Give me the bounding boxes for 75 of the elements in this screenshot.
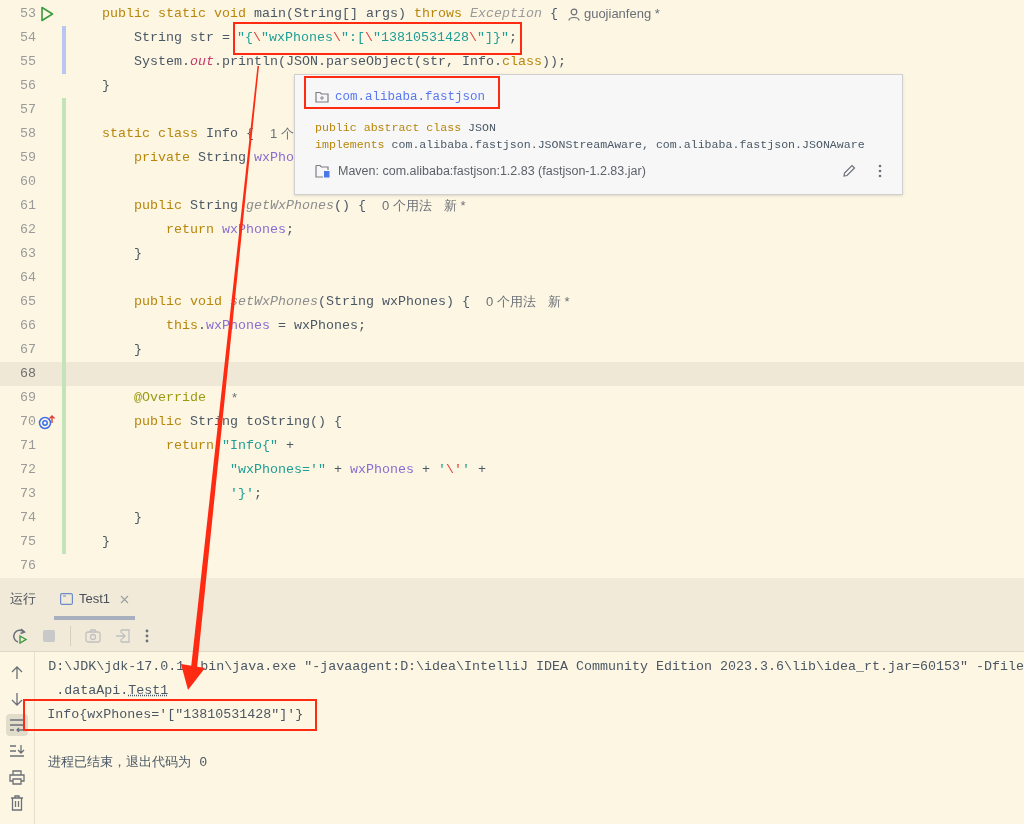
code-line: "wxPhones='" + wxPhones + '\'' +	[230, 461, 486, 479]
package-link[interactable]: com.alibaba.fastjson	[335, 88, 486, 107]
inlay-hint[interactable]: 新 *	[443, 196, 466, 216]
code-line: }	[134, 245, 142, 263]
line-number: 59	[20, 149, 36, 167]
line-number: 68	[20, 365, 36, 383]
class-signature: public abstract class JSON	[315, 119, 497, 136]
inlay-hint[interactable]: 0 个用法	[485, 292, 536, 312]
line-number: 57	[20, 101, 36, 119]
panel-title: 运行	[10, 590, 36, 609]
more-icon[interactable]	[878, 164, 882, 179]
code-line: return "Info{" +	[166, 437, 294, 455]
inlay-hint[interactable]: *	[232, 388, 238, 408]
wrap-icon	[9, 718, 26, 732]
up-arrow-icon	[10, 666, 25, 680]
console-text: Info{wxPhones='["13810531428"]'}	[47, 706, 304, 724]
code-line: }	[102, 533, 110, 551]
print-icon	[9, 769, 26, 785]
line-number: 61	[20, 197, 36, 215]
line-number: 76	[20, 557, 36, 575]
inlay-hint[interactable]: 0 个用法	[382, 196, 432, 216]
line-number: 56	[20, 77, 36, 95]
line-number: 64	[20, 269, 36, 287]
line-number: 69	[20, 389, 36, 407]
class-link[interactable]: Test1	[128, 681, 169, 701]
window-icon	[60, 593, 73, 605]
line-number: 60	[20, 173, 36, 191]
line-number: 70	[20, 413, 36, 431]
down-arrow-icon	[10, 692, 25, 706]
console-tool-button[interactable]	[6, 714, 29, 736]
line-number: 73	[20, 485, 36, 503]
library-label: Maven: com.alibaba:fastjson:1.2.83 (fastjson-1.2.83.jar)	[338, 162, 646, 180]
line-number: 66	[20, 317, 36, 335]
inlay-hint[interactable]: 新 *	[547, 292, 570, 312]
inlay-hint[interactable]: 1 个	[270, 124, 294, 144]
override-icon[interactable]	[38, 414, 56, 430]
author-hint: guojianfeng *	[583, 5, 660, 24]
run-icon[interactable]	[40, 6, 54, 22]
line-number: 65	[20, 293, 36, 311]
code-line: '}';	[230, 485, 262, 503]
close-icon[interactable]	[120, 594, 130, 604]
more-icon[interactable]	[145, 628, 149, 643]
line-number: 67	[20, 341, 36, 359]
line-number: 54	[20, 29, 36, 47]
code-line: }	[134, 509, 142, 527]
line-number: 58	[20, 125, 36, 143]
code-line: @Override	[134, 389, 206, 407]
line-number: 71	[20, 437, 36, 455]
trash-icon	[10, 795, 25, 811]
line-number: 72	[20, 461, 36, 479]
library-icon	[315, 164, 330, 179]
line-number: 75	[20, 533, 36, 551]
console-text: D:\JDK\jdk-17.0.1	[48, 658, 185, 676]
class-signature: implements com.alibaba.fastjson.JSONStreamAware, com.alibaba.fastjson.JSONAware	[315, 136, 866, 153]
scroll-to-end-icon	[9, 744, 26, 758]
person-icon	[567, 7, 580, 21]
folder-icon	[315, 91, 329, 104]
code-text: "{\"wxPhones\":[\"13810531428\"]}";	[237, 29, 517, 47]
edit-icon[interactable]	[842, 164, 856, 179]
console-text: .dataApi.	[56, 682, 129, 700]
line-number: 55	[20, 53, 36, 71]
line-number: 74	[20, 509, 36, 527]
rerun-icon[interactable]	[10, 626, 28, 645]
code-line: }	[134, 341, 142, 359]
line-number: 62	[20, 221, 36, 239]
code-line: public static void main(String[] args) throws Exception {	[102, 5, 558, 23]
code-line: String str =	[134, 29, 231, 47]
line-number: 53	[20, 5, 36, 23]
code-line: private String wxPho	[134, 149, 294, 167]
console-text: 进程已结束，退出代码为 0	[48, 754, 208, 772]
line-number: 63	[20, 245, 36, 263]
code-line: public String getWxPhones() {	[134, 197, 367, 215]
code-line: }	[102, 77, 110, 95]
console-text: bin\java.exe "-javaagent:D:\idea\IntelliJ IDEA Community Edition 2023.3.6\lib\idea_rt.jar=60153" -Dfile	[200, 658, 1024, 676]
code-line: System.out.println(JSON.parseObject(str, Info.class));	[134, 53, 566, 71]
